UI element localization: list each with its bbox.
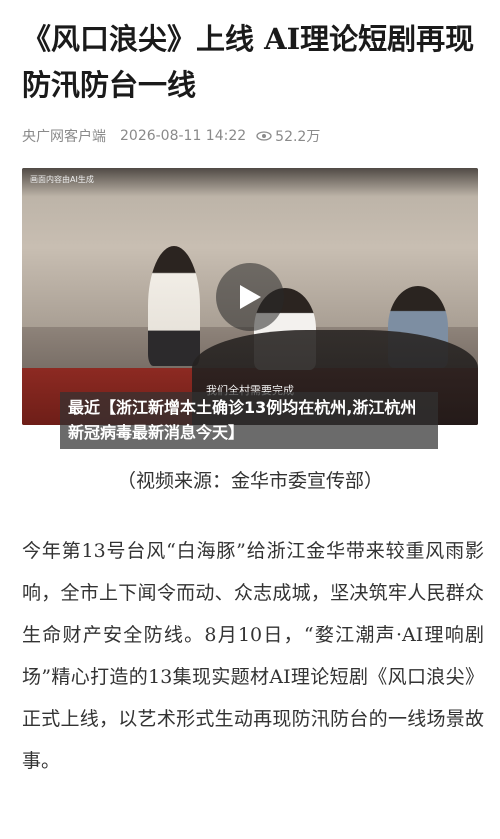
video-source-caption: （视频来源：金华市委宣传部）: [116, 470, 383, 492]
article-meta: 央广网客户端 2026-08-11 14:22 52.2万: [22, 126, 320, 146]
speaker-figure: [148, 246, 200, 366]
article-body: 今年第13号台风“白海豚”给浙江金华带来较重风雨影响，全市上下闻令而动、众志成城…: [22, 540, 484, 772]
eye-icon: [256, 131, 272, 141]
article-title: 《风口浪尖》上线 AI理论短剧再现防汛防台一线: [22, 22, 475, 102]
overlay-link[interactable]: 最近【浙江新增本土确诊13例均在杭州,浙江杭州新冠病毒最新消息今天】: [60, 392, 438, 449]
video-watermark: 画面内容由AI生成: [30, 175, 94, 184]
play-icon: [240, 285, 261, 309]
source-name[interactable]: 央广网客户端: [22, 126, 106, 146]
play-button[interactable]: [216, 263, 284, 331]
view-count: 52.2万: [256, 126, 320, 146]
view-count-value: 52.2万: [275, 129, 321, 145]
publish-date: 2026-08-11 14:22: [120, 128, 247, 144]
video-player[interactable]: 画面内容由AI生成 我们全村需要完成: [22, 168, 478, 425]
